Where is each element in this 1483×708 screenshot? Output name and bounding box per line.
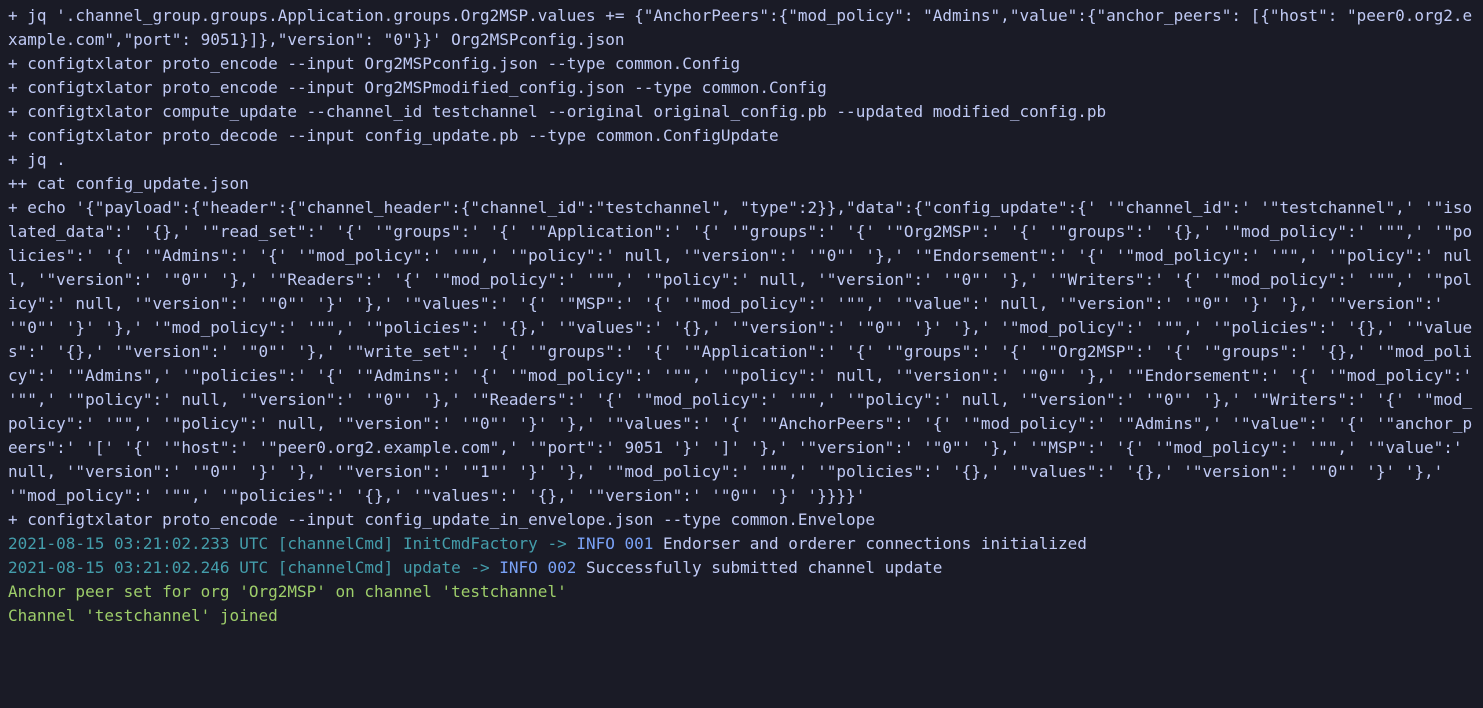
terminal-line: + jq . <box>8 148 1475 172</box>
terminal-line: 2021-08-15 03:21:02.246 UTC [channelCmd]… <box>8 556 1475 580</box>
terminal-line: + jq '.channel_group.groups.Application.… <box>8 4 1475 52</box>
terminal-segment: + echo '{"payload":{"header":{"channel_h… <box>8 198 1482 505</box>
terminal-segment: 2021-08-15 03:21:02.233 UTC [channelCmd]… <box>8 534 576 553</box>
terminal-segment: Channel 'testchannel' joined <box>8 606 278 625</box>
terminal-segment: + configtxlator compute_update --channel… <box>8 102 1106 121</box>
terminal-segment: + configtxlator proto_decode --input con… <box>8 126 779 145</box>
terminal-line: + echo '{"payload":{"header":{"channel_h… <box>8 196 1475 508</box>
terminal-line: Anchor peer set for org 'Org2MSP' on cha… <box>8 580 1475 604</box>
terminal-segment: Endorser and orderer connections initial… <box>653 534 1086 553</box>
terminal-line: + configtxlator compute_update --channel… <box>8 100 1475 124</box>
terminal-line: 2021-08-15 03:21:02.233 UTC [channelCmd]… <box>8 532 1475 556</box>
terminal-line: Channel 'testchannel' joined <box>8 604 1475 628</box>
terminal-line: + configtxlator proto_encode --input Org… <box>8 76 1475 100</box>
terminal-segment: Anchor peer set for org 'Org2MSP' on cha… <box>8 582 567 601</box>
terminal-line: ++ cat config_update.json <box>8 172 1475 196</box>
terminal-output[interactable]: + jq '.channel_group.groups.Application.… <box>0 0 1483 632</box>
terminal-segment: Successfully submitted channel update <box>576 558 942 577</box>
terminal-segment: + configtxlator proto_encode --input con… <box>8 510 875 529</box>
terminal-line: + configtxlator proto_encode --input con… <box>8 508 1475 532</box>
terminal-segment: + jq '.channel_group.groups.Application.… <box>8 6 1472 49</box>
terminal-segment: 2021-08-15 03:21:02.246 UTC [channelCmd]… <box>8 558 499 577</box>
terminal-segment: INFO 002 <box>499 558 576 577</box>
terminal-segment: INFO 001 <box>576 534 653 553</box>
terminal-segment: ++ cat config_update.json <box>8 174 249 193</box>
terminal-segment: + jq . <box>8 150 66 169</box>
terminal-line: + configtxlator proto_decode --input con… <box>8 124 1475 148</box>
terminal-segment: + configtxlator proto_encode --input Org… <box>8 78 827 97</box>
terminal-line: + configtxlator proto_encode --input Org… <box>8 52 1475 76</box>
terminal-segment: + configtxlator proto_encode --input Org… <box>8 54 740 73</box>
